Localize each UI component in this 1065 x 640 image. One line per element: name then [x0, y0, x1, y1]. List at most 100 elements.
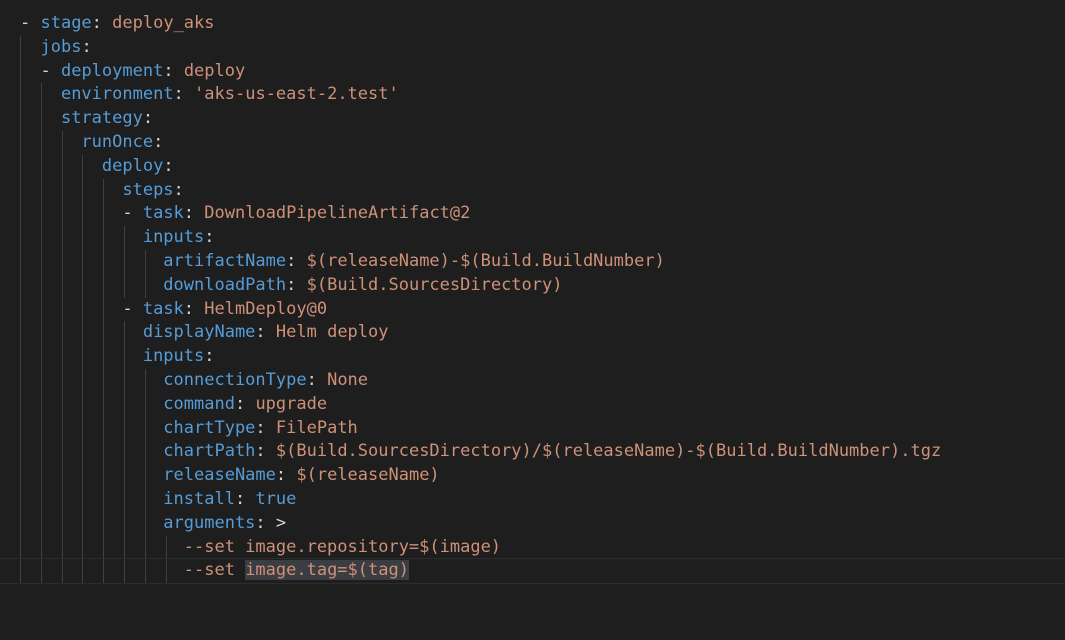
yaml-key: runOnce	[81, 131, 154, 152]
indent-guide	[124, 392, 125, 417]
yaml-key: inputs	[142, 346, 205, 367]
indent-guide	[145, 368, 146, 393]
indent-guide	[82, 297, 83, 322]
yaml-key: inputs	[142, 227, 205, 248]
yaml-key: task	[142, 203, 184, 224]
indent-guide	[41, 202, 42, 227]
indent-guide	[82, 464, 83, 488]
indent-guide	[41, 273, 42, 298]
yaml-value: deploy_aks	[112, 13, 215, 33]
code-editor[interactable]: - stage: deploy_aks jobs: - deployment: …	[0, 0, 1065, 640]
indent-guide	[124, 535, 125, 560]
indent-guide	[103, 392, 104, 417]
indent-guide	[62, 297, 63, 322]
yaml-value: deploy	[183, 60, 246, 81]
yaml-value: upgrade	[255, 393, 328, 414]
indent-guide	[62, 416, 63, 441]
indent-guide	[62, 464, 63, 488]
code-line: inputs:	[0, 345, 1065, 369]
yaml-value: None	[327, 369, 369, 390]
code-line: runOnce:	[0, 130, 1065, 155]
code-line: connectionType: None	[0, 368, 1065, 393]
yaml-key: chartPath	[163, 441, 256, 462]
indent-guide	[145, 487, 146, 512]
indent-guide	[41, 297, 42, 322]
code-line: strategy:	[0, 107, 1065, 131]
indent-guide	[145, 392, 146, 417]
indent-guide	[20, 511, 21, 536]
code-area[interactable]: - stage: deploy_aks jobs: - deployment: …	[0, 12, 1065, 585]
yaml-value: true	[255, 488, 297, 509]
code-line: jobs:	[0, 35, 1065, 60]
indent-guide	[103, 464, 104, 488]
yaml-value: $(Build.SourcesDirectory)	[306, 274, 563, 295]
indent-guide	[20, 202, 21, 227]
yaml-key: arguments	[163, 512, 256, 533]
indent-guide	[20, 83, 21, 108]
indent-guide	[82, 273, 83, 298]
indent-guide	[124, 511, 125, 536]
indent-guide	[124, 464, 125, 488]
indent-guide	[124, 321, 125, 346]
indent-guide	[62, 559, 63, 584]
indent-guide	[82, 345, 83, 369]
indent-guide	[82, 487, 83, 512]
indent-guide	[145, 416, 146, 441]
indent-guide	[82, 154, 83, 179]
indent-guide	[103, 416, 104, 441]
indent-guide	[62, 178, 63, 203]
indent-guide	[103, 440, 104, 465]
indent-guide	[103, 487, 104, 512]
indent-guide	[62, 273, 63, 298]
indent-guide	[124, 368, 125, 393]
indent-guide	[82, 368, 83, 393]
indent-guide	[103, 345, 104, 369]
indent-guide	[124, 487, 125, 512]
indent-guide	[20, 154, 21, 179]
indent-guide	[62, 321, 63, 346]
yaml-key: downloadPath	[163, 274, 287, 295]
indent-guide	[82, 202, 83, 227]
yaml-key: chartType	[163, 417, 256, 438]
yaml-key: displayName	[142, 322, 256, 343]
indent-guide	[145, 559, 146, 584]
indent-guide	[103, 226, 104, 250]
code-line: chartType: FilePath	[0, 416, 1065, 441]
indent-guide	[103, 249, 104, 274]
indent-guide	[103, 273, 104, 298]
indent-guide	[145, 535, 146, 560]
current-line: --set image.tag=$(tag)	[0, 558, 1065, 585]
yaml-key: task	[142, 298, 184, 319]
indent-guide	[145, 249, 146, 274]
text-selection[interactable]: image.tag=$(tag)	[245, 560, 409, 581]
indent-guide	[103, 535, 104, 560]
indent-guide	[41, 321, 42, 346]
indent-guide	[20, 130, 21, 155]
indent-guide	[41, 511, 42, 536]
yaml-key: jobs	[40, 36, 82, 57]
yaml-value: DownloadPipelineArtifact@2	[204, 203, 471, 224]
indent-guide	[41, 368, 42, 393]
indent-guide	[124, 226, 125, 250]
indent-guide	[82, 535, 83, 560]
code-line: steps:	[0, 178, 1065, 203]
code-line: - deployment: deploy	[0, 59, 1065, 84]
indent-guide	[41, 83, 42, 108]
indent-guide	[62, 249, 63, 274]
indent-guide	[41, 392, 42, 417]
indent-guide	[41, 130, 42, 155]
indent-guide	[124, 345, 125, 369]
indent-guide	[145, 464, 146, 488]
yaml-key: connectionType	[163, 369, 307, 390]
code-line: install: true	[0, 487, 1065, 512]
yaml-key: artifactName	[163, 250, 287, 271]
yaml-key: strategy	[60, 108, 143, 129]
yaml-value: HelmDeploy@0	[204, 298, 328, 319]
indent-guide	[82, 416, 83, 441]
indent-guide	[20, 178, 21, 203]
yaml-key: environment	[60, 84, 174, 105]
indent-guide	[124, 559, 125, 584]
indent-guide	[62, 440, 63, 465]
code-line: chartPath: $(Build.SourcesDirectory)/$(r…	[0, 440, 1065, 465]
indent-guide	[82, 392, 83, 417]
